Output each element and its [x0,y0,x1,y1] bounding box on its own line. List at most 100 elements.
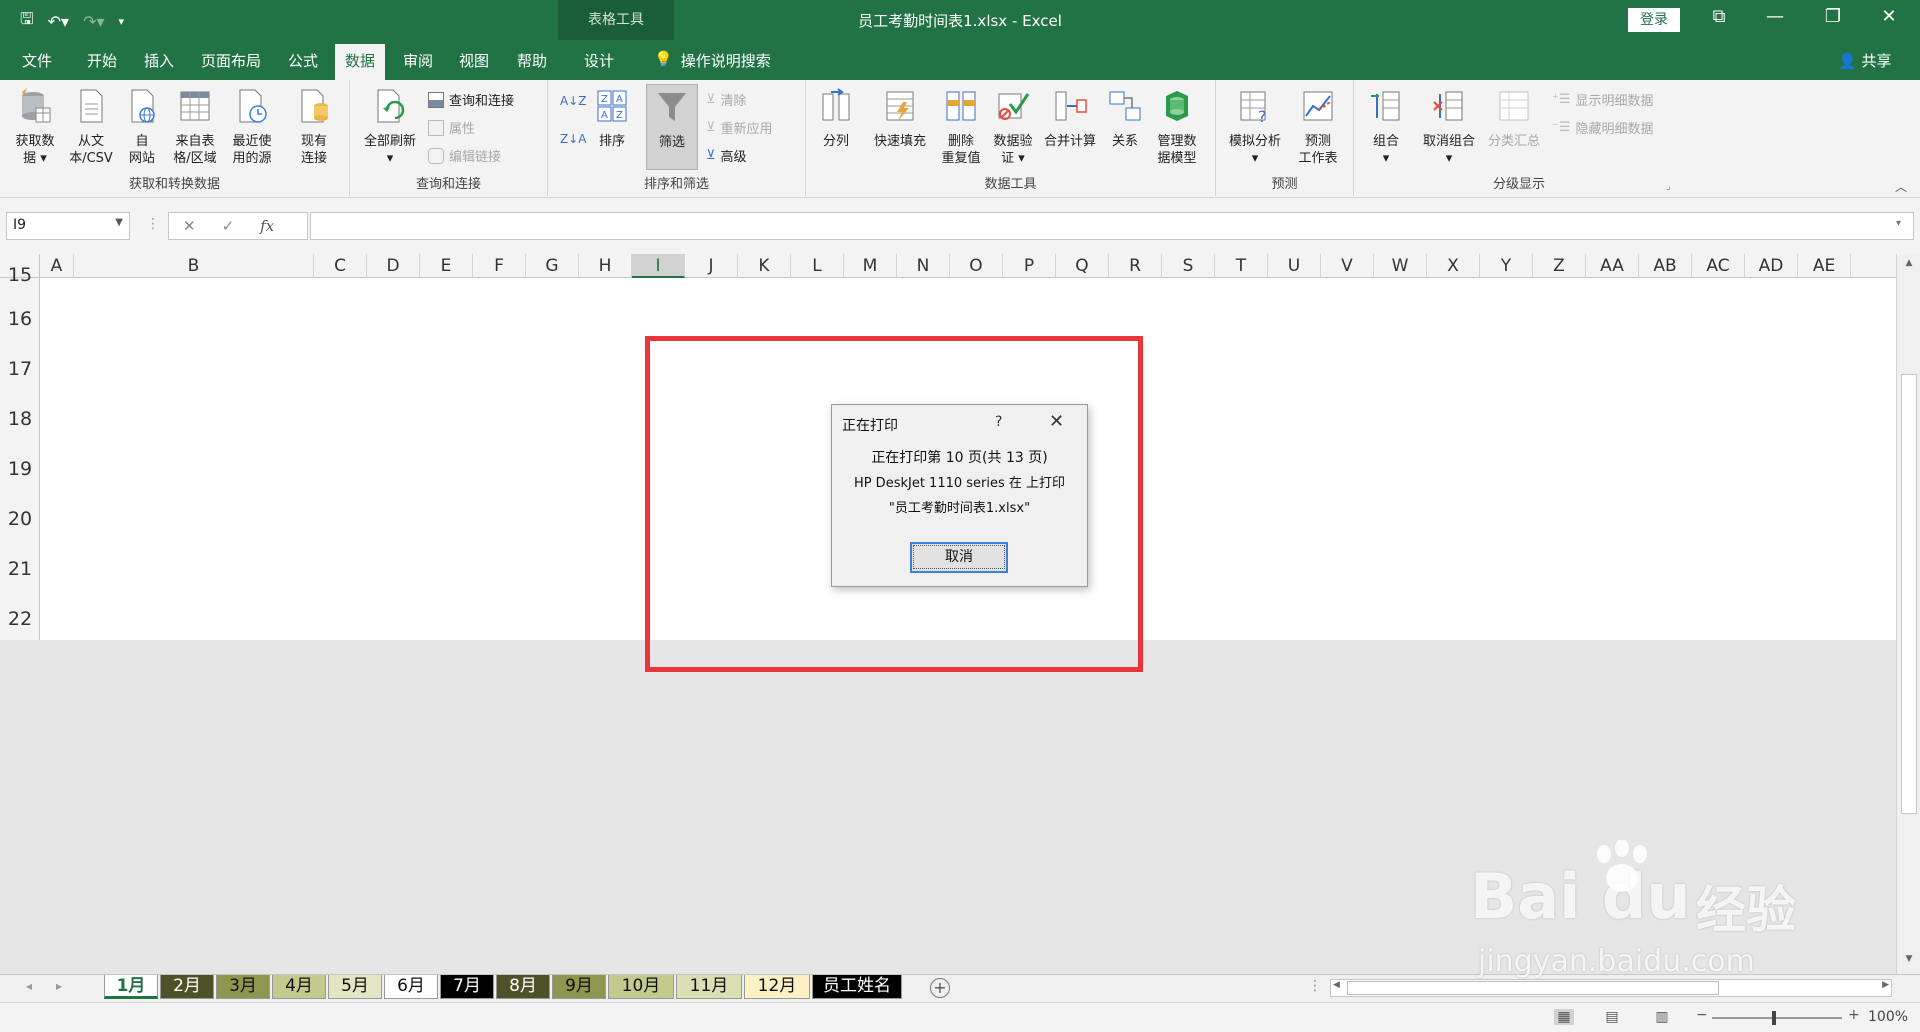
undo-icon[interactable]: ↶▾ [48,12,69,31]
sheet-tab[interactable]: 12月 [744,975,810,999]
customize-qat-icon[interactable]: ▾ [119,15,125,28]
name-box-dropdown-icon[interactable]: ▼ [115,217,123,228]
ungroup-button[interactable]: 取消组合 ▾ [1416,88,1482,167]
sheet-tab[interactable]: 5月 [328,975,382,999]
prev-sheet-icon[interactable]: ◂ [26,979,32,993]
text-to-columns-button[interactable]: 分列 [816,88,856,150]
normal-view-icon[interactable]: ▦ [1554,1009,1574,1025]
column-header[interactable]: K [738,254,791,278]
zoom-slider[interactable] [1712,1017,1842,1019]
sheet-tab[interactable]: 1月 [104,975,158,999]
column-header[interactable]: AC [1692,254,1745,278]
name-box[interactable]: I9 ▼ [6,212,130,240]
ribbon-display-options-icon[interactable]: ⧉ [1696,6,1742,27]
column-header[interactable]: E [420,254,473,278]
existing-connections-button[interactable]: 现有 连接 [290,88,338,167]
column-header[interactable]: O [950,254,1003,278]
expand-formula-bar-icon[interactable]: ▾ [1896,218,1901,229]
scroll-up-icon[interactable]: ▲ [1897,258,1920,268]
minimize-icon[interactable]: — [1752,6,1798,27]
sheet-tab[interactable]: 2月 [160,975,214,999]
sort-button[interactable]: ZAAZ 排序 [590,88,634,150]
manage-data-model-button[interactable]: 管理数 据模型 [1150,88,1204,167]
column-header[interactable]: V [1321,254,1374,278]
column-header[interactable]: C [314,254,367,278]
column-header[interactable]: X [1427,254,1480,278]
hide-detail-button[interactable]: ⁻☰ 隐藏明细数据 [1552,118,1654,137]
scroll-right-icon[interactable]: ▶ [1882,980,1889,990]
tab-file[interactable]: 文件 [22,50,52,71]
column-header[interactable]: I [632,254,685,278]
column-header[interactable]: R [1109,254,1162,278]
from-table-range-button[interactable]: 来自表 格/区域 [166,88,224,167]
reapply-button[interactable]: ⊻ 重新应用 [706,118,773,137]
zoom-level[interactable]: 100% [1868,1009,1908,1025]
consolidate-button[interactable]: 合并计算 [1038,88,1102,150]
login-button[interactable]: 登录 [1628,8,1680,32]
clear-filter-button[interactable]: ⊻ 清除 [706,90,747,109]
insert-function-button[interactable]: fx [260,217,274,235]
relationships-button[interactable]: 关系 [1106,88,1144,150]
tell-me-search[interactable]: 💡 操作说明搜索 [654,50,771,71]
close-icon[interactable]: ✕ [1866,6,1912,27]
sheet-tab[interactable]: 9月 [552,975,606,999]
column-header[interactable]: D [367,254,420,278]
tab-data[interactable]: 数据 [335,44,386,81]
column-header[interactable]: Z [1533,254,1586,278]
page-layout-view-icon[interactable]: ▤ [1602,1009,1622,1025]
scroll-left-icon[interactable]: ◀ [1333,980,1340,990]
redo-icon[interactable]: ↷▾ [83,12,104,31]
sheet-tab[interactable]: 8月 [496,975,550,999]
refresh-all-button[interactable]: 全部刷新 ▾ [358,88,422,167]
tab-help[interactable]: 帮助 [517,50,547,71]
tab-formulas[interactable]: 公式 [288,50,318,71]
show-detail-button[interactable]: ⁺☰ 显示明细数据 [1552,90,1654,109]
sort-descending-button[interactable]: Z↓A [560,132,586,146]
column-header[interactable]: L [791,254,844,278]
from-text-csv-button[interactable]: 从文 本/CSV [64,88,118,167]
save-icon[interactable]: 🖫 [20,8,34,35]
properties-button[interactable]: 属性 [428,118,475,137]
column-header[interactable]: AD [1745,254,1798,278]
tab-review[interactable]: 审阅 [403,50,433,71]
sheet-tab[interactable]: 7月 [440,975,494,999]
sheet-tab[interactable]: 6月 [384,975,438,999]
column-header[interactable]: P [1003,254,1056,278]
column-header[interactable]: W [1374,254,1427,278]
forecast-sheet-button[interactable]: 预测 工作表 [1292,88,1344,167]
row-header[interactable]: 15 [0,264,40,286]
formula-bar-grip-icon[interactable]: ⋮ [146,216,160,232]
sort-ascending-button[interactable]: A↓Z [560,94,586,108]
confirm-entry-icon[interactable]: ✓ [222,217,235,235]
column-header[interactable]: Q [1056,254,1109,278]
get-data-button[interactable]: 获取数 据 ▾ [8,88,62,167]
column-header[interactable]: AB [1639,254,1692,278]
add-sheet-button[interactable]: + [930,978,950,998]
vertical-scrollbar[interactable]: ▲ ▼ [1896,254,1920,974]
column-header[interactable]: Y [1480,254,1533,278]
row-header[interactable]: 16 [0,308,40,330]
row-header[interactable]: 20 [0,508,40,530]
from-web-button[interactable]: 自 网站 [120,88,164,167]
column-header[interactable]: AE [1798,254,1851,278]
edit-links-button[interactable]: 编辑链接 [428,146,501,165]
data-validation-button[interactable]: 数据验 证 ▾ [988,88,1038,167]
row-header[interactable]: 19 [0,458,40,480]
tab-design[interactable]: 设计 [584,50,614,71]
tab-page-layout[interactable]: 页面布局 [201,50,261,71]
column-header[interactable]: A [40,254,74,278]
scroll-down-icon[interactable]: ▼ [1897,954,1920,964]
row-header[interactable]: 18 [0,408,40,430]
sheet-tab[interactable]: 10月 [608,975,674,999]
collapse-ribbon-icon[interactable]: ︿ [1895,178,1907,195]
tab-split-handle-icon[interactable]: ⋮ [1308,978,1322,994]
cancel-entry-icon[interactable]: ✕ [183,217,196,235]
column-header[interactable]: G [526,254,579,278]
zoom-slider-knob[interactable] [1772,1011,1776,1025]
column-header[interactable]: T [1215,254,1268,278]
row-header[interactable]: 17 [0,358,40,380]
filter-button[interactable]: 筛选 [646,84,698,170]
remove-duplicates-button[interactable]: 删除 重复值 [938,88,984,167]
row-header[interactable]: 22 [0,608,40,630]
page-break-view-icon[interactable]: ▥ [1652,1009,1672,1025]
